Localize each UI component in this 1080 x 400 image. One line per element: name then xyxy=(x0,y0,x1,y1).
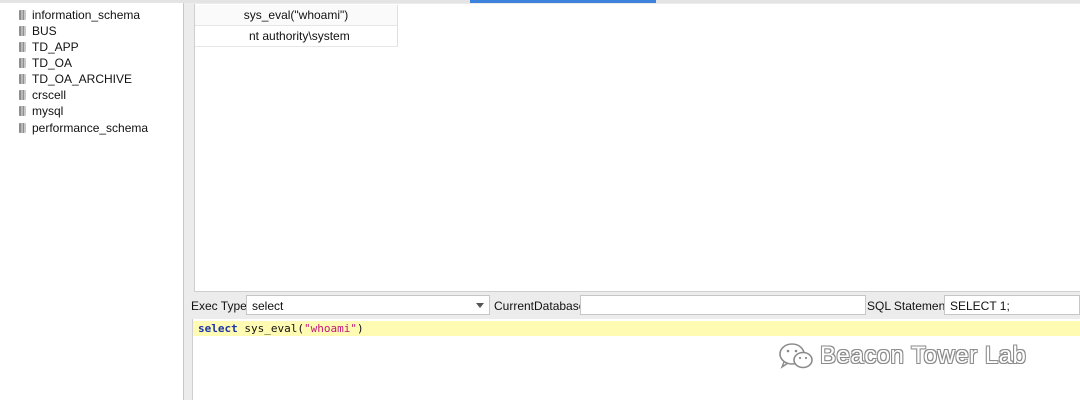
results-grid[interactable]: sys_eval("whoami") nt authority\system xyxy=(194,4,1080,292)
current-database-input[interactable] xyxy=(580,295,866,315)
watermark-text: Beacon Tower Lab xyxy=(820,342,1027,369)
chevron-down-icon xyxy=(476,303,484,308)
query-toolbar: Exec Type select CurrentDatabase SQL Sta… xyxy=(190,294,1080,318)
active-tab-indicator[interactable] xyxy=(470,0,656,3)
sql-statement-label: SQL Statement xyxy=(867,299,949,313)
tree-item-td-app[interactable]: TD_APP xyxy=(18,39,79,55)
tree-item-label: information_schema xyxy=(32,8,141,22)
result-cell: nt authority\system xyxy=(249,29,350,43)
tree-item-bus[interactable]: BUS xyxy=(18,23,57,39)
sql-close-paren: ) xyxy=(356,322,364,335)
current-database-label: CurrentDatabase xyxy=(494,299,586,313)
tree-item-performance-schema[interactable]: performance_schema xyxy=(18,120,148,136)
column-header-label: sys_eval("whoami") xyxy=(243,8,349,22)
tree-item-label: crscell xyxy=(32,88,67,102)
tree-item-label: mysql xyxy=(32,104,64,118)
database-icon xyxy=(18,57,28,69)
tree-item-crscell[interactable]: crscell xyxy=(18,87,66,103)
tree-item-label: TD_APP xyxy=(32,40,79,54)
sql-statement-input[interactable]: SELECT 1; xyxy=(944,295,1080,315)
column-header[interactable]: sys_eval("whoami") xyxy=(195,5,398,26)
database-icon xyxy=(18,9,28,21)
tree-item-label: TD_OA xyxy=(32,56,73,70)
database-icon xyxy=(18,25,28,37)
tree-item-td-oa[interactable]: TD_OA xyxy=(18,55,72,71)
tree-item-mysql[interactable]: mysql xyxy=(18,103,63,119)
exec-type-select[interactable]: select xyxy=(246,295,490,315)
exec-type-label: Exec Type xyxy=(191,299,247,313)
wechat-icon xyxy=(779,343,813,369)
database-tree: information_schema BUS TD_APP TD_OA TD_O… xyxy=(0,3,184,400)
sql-keyword: select xyxy=(198,322,238,335)
watermark: Beacon Tower Lab xyxy=(778,340,1026,372)
database-icon xyxy=(18,89,28,101)
exec-type-value: select xyxy=(252,299,284,313)
database-icon xyxy=(18,73,28,85)
tree-item-label: TD_OA_ARCHIVE xyxy=(32,72,133,86)
database-icon xyxy=(18,122,28,134)
sql-string: "whoami" xyxy=(303,322,357,335)
tree-item-information-schema[interactable]: information_schema xyxy=(18,7,140,23)
database-icon xyxy=(18,105,28,117)
tree-item-td-oa-archive[interactable]: TD_OA_ARCHIVE xyxy=(18,71,132,87)
tree-item-label: BUS xyxy=(32,24,57,38)
database-icon xyxy=(18,41,28,53)
sql-code-line: select sys_eval("whoami") xyxy=(198,321,364,336)
sql-function: sys_eval( xyxy=(237,322,304,335)
table-row[interactable]: nt authority\system xyxy=(195,26,398,47)
sql-statement-value: SELECT 1; xyxy=(950,299,1010,313)
tree-item-label: performance_schema xyxy=(32,121,149,135)
